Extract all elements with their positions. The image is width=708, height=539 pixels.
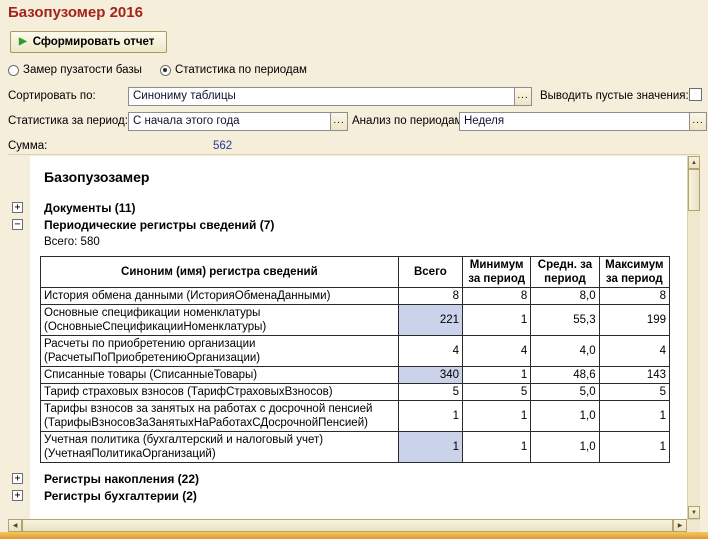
mode-radio-group: Замер пузатости базы Статистика по перио… <box>8 62 307 78</box>
value-cell: 4 <box>599 336 669 367</box>
value-cell: 8 <box>398 288 462 305</box>
registers-table: Синоним (имя) регистра сведенийВсегоМини… <box>40 256 670 463</box>
radio-circle-icon <box>160 65 171 76</box>
value-cell: 8 <box>463 288 531 305</box>
section-total: Всего: 580 <box>30 234 687 250</box>
value-cell: 199 <box>599 305 669 336</box>
table-row: Учетная политика (бухгалтерский и налого… <box>41 432 670 463</box>
value-cell: 1 <box>398 432 462 463</box>
radio-circle-icon <box>8 65 19 76</box>
register-name-cell: Тарифы взносов за занятых на работах с д… <box>41 401 399 432</box>
sort-by-picker-button[interactable]: ... <box>515 87 532 106</box>
column-header: Максимум за период <box>599 257 669 288</box>
mode-radio-db-size-label: Замер пузатости базы <box>23 64 142 76</box>
section-accounting-registers: Регистры бухгалтерии (2) <box>30 488 687 505</box>
table-row: Расчеты по приобретению организации (Рас… <box>41 336 670 367</box>
section-periodic-registers: Периодические регистры сведений (7) <box>30 217 687 234</box>
vertical-scroll-track[interactable] <box>688 211 700 506</box>
horizontal-scroll-thumb[interactable] <box>22 519 673 532</box>
window-bottom-edge <box>0 532 708 539</box>
register-name-cell: Списанные товары (СписанныеТовары) <box>41 367 399 384</box>
sort-by-label: Сортировать по: <box>8 90 96 102</box>
sort-by-field[interactable]: Синониму таблицы <box>128 87 515 106</box>
sum-value: 562 <box>213 140 232 152</box>
register-name-cell: История обмена данными (ИсторияОбменаДан… <box>41 288 399 305</box>
play-icon: ▶ <box>19 37 27 47</box>
horizontal-scrollbar[interactable]: ◀ ▶ <box>8 519 700 532</box>
table-row: Тариф страховых взносов (ТарифСтраховыхВ… <box>41 384 670 401</box>
value-cell: 340 <box>398 367 462 384</box>
register-name-cell: Расчеты по приобретению организации (Рас… <box>41 336 399 367</box>
show-empty-checkbox[interactable] <box>689 88 702 101</box>
value-cell: 5 <box>599 384 669 401</box>
mode-radio-period-stats[interactable]: Статистика по периодам <box>160 64 307 76</box>
column-header: Синоним (имя) регистра сведений <box>41 257 399 288</box>
value-cell: 5,0 <box>531 384 599 401</box>
analysis-period-label: Анализ по периодам: <box>352 115 466 127</box>
analysis-period-picker-button[interactable]: ... <box>690 112 707 131</box>
scrollbar-corner <box>687 519 700 532</box>
value-cell: 143 <box>599 367 669 384</box>
expand-toggle-accumulation-icon[interactable]: + <box>12 473 23 484</box>
value-cell: 8,0 <box>531 288 599 305</box>
value-cell: 5 <box>463 384 531 401</box>
stats-period-picker-button[interactable]: ... <box>331 112 348 131</box>
register-name-cell: Основные спецификации номенклатуры (Осно… <box>41 305 399 336</box>
report-panel: Базопузозамер + Документы (11) − Периоди… <box>8 154 700 532</box>
table-row: История обмена данными (ИсторияОбменаДан… <box>41 288 670 305</box>
vertical-scroll-thumb[interactable] <box>688 169 700 211</box>
generate-report-label: Сформировать отчет <box>33 36 155 48</box>
value-cell: 1 <box>463 305 531 336</box>
mode-radio-db-size[interactable]: Замер пузатости базы <box>8 64 142 76</box>
register-name-cell: Учетная политика (бухгалтерский и налого… <box>41 432 399 463</box>
page-title: Базопузомер 2016 <box>8 4 143 21</box>
table-row: Тарифы взносов за занятых на работах с д… <box>41 401 670 432</box>
expand-toggle-documents-icon[interactable]: + <box>12 202 23 213</box>
value-cell: 48,6 <box>531 367 599 384</box>
sum-label: Сумма: <box>8 140 47 152</box>
value-cell: 55,3 <box>531 305 599 336</box>
table-row: Основные спецификации номенклатуры (Осно… <box>41 305 670 336</box>
generate-report-button[interactable]: ▶ Сформировать отчет <box>10 31 167 53</box>
value-cell: 1,0 <box>531 401 599 432</box>
value-cell: 221 <box>398 305 462 336</box>
register-name-cell: Тариф страховых взносов (ТарифСтраховыхВ… <box>41 384 399 401</box>
section-documents: Документы (11) <box>30 200 687 217</box>
scroll-left-icon[interactable]: ◀ <box>8 519 22 532</box>
table-row: Списанные товары (СписанныеТовары)340148… <box>41 367 670 384</box>
value-cell: 4,0 <box>531 336 599 367</box>
value-cell: 1,0 <box>531 432 599 463</box>
value-cell: 8 <box>599 288 669 305</box>
mode-radio-period-stats-label: Статистика по периодам <box>175 64 307 76</box>
value-cell: 5 <box>398 384 462 401</box>
scroll-down-icon[interactable]: ▼ <box>688 506 700 519</box>
vertical-scrollbar[interactable]: ▲ ▼ <box>687 156 700 519</box>
value-cell: 1 <box>398 401 462 432</box>
expand-toggle-accounting-icon[interactable]: + <box>12 490 23 501</box>
scroll-up-icon[interactable]: ▲ <box>688 156 700 169</box>
value-cell: 1 <box>599 432 669 463</box>
value-cell: 1 <box>463 367 531 384</box>
column-header: Средн. за период <box>531 257 599 288</box>
stats-period-field[interactable]: С начала этого года <box>128 112 331 131</box>
table-body: История обмена данными (ИсторияОбменаДан… <box>41 288 670 463</box>
column-header: Минимум за период <box>463 257 531 288</box>
report-sheet: Базопузозамер + Документы (11) − Периоди… <box>8 156 687 519</box>
section-accumulation-registers: Регистры накопления (22) <box>30 471 687 488</box>
table-header-row: Синоним (имя) регистра сведенийВсегоМини… <box>41 257 670 288</box>
show-empty-label: Выводить пустые значения: <box>540 90 689 102</box>
analysis-period-field[interactable]: Неделя <box>459 112 690 131</box>
scroll-right-icon[interactable]: ▶ <box>673 519 687 532</box>
report-title: Базопузозамер <box>30 164 687 190</box>
value-cell: 4 <box>398 336 462 367</box>
column-header: Всего <box>398 257 462 288</box>
stats-period-label: Статистика за период: <box>8 115 128 127</box>
value-cell: 1 <box>463 432 531 463</box>
value-cell: 1 <box>463 401 531 432</box>
value-cell: 4 <box>463 336 531 367</box>
value-cell: 1 <box>599 401 669 432</box>
collapse-toggle-periodic-icon[interactable]: − <box>12 219 23 230</box>
